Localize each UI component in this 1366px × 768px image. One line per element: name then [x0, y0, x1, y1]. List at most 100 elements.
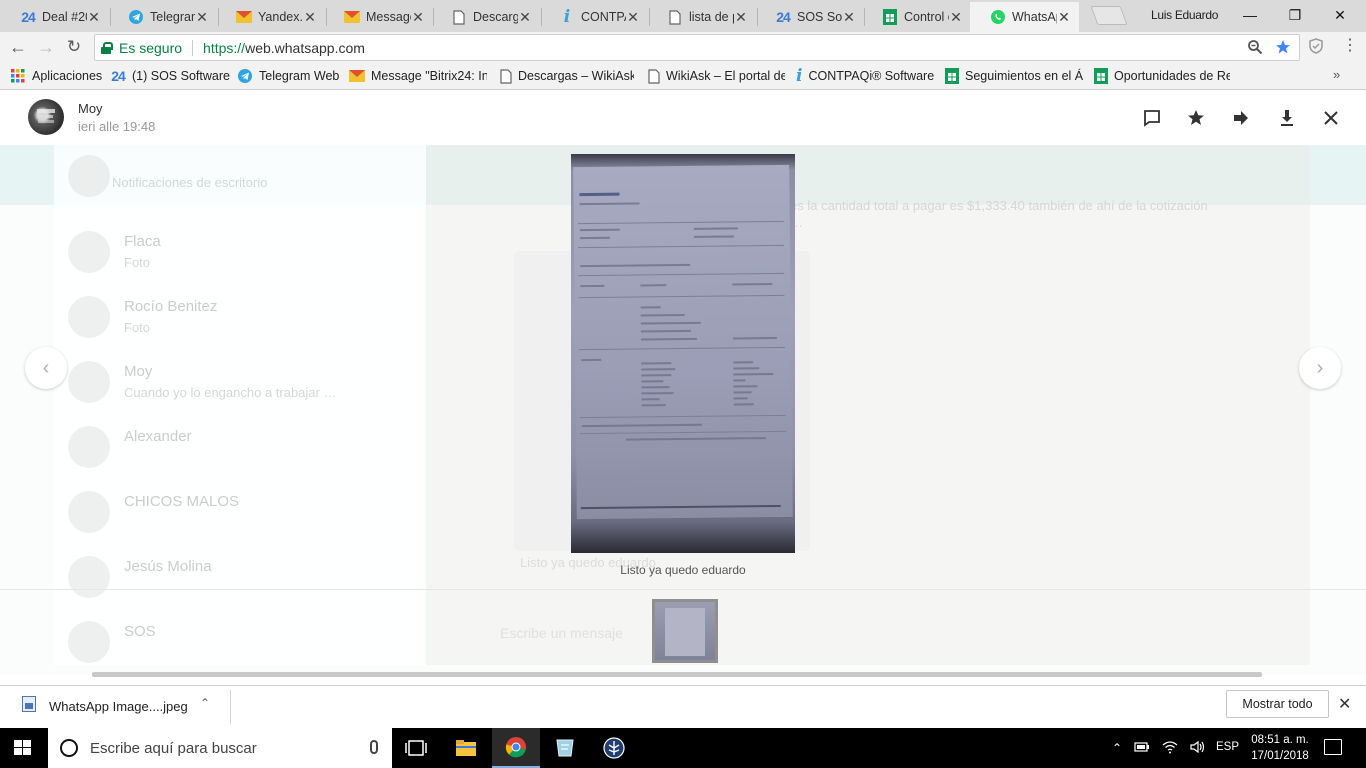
avatar[interactable]	[28, 99, 64, 135]
microphone-icon[interactable]	[370, 740, 378, 754]
star-icon[interactable]	[1185, 107, 1207, 129]
photo-document-page	[573, 164, 793, 520]
contact-name[interactable]: Moy	[78, 101, 103, 116]
media-image[interactable]	[571, 154, 795, 553]
tab-close-icon[interactable]: ✕	[518, 9, 532, 26]
file-explorer-icon[interactable]	[442, 728, 490, 768]
show-all-button[interactable]: Mostrar todo	[1226, 690, 1329, 718]
tab-3[interactable]: Message✕	[324, 2, 433, 32]
tab-4[interactable]: Descarga✕	[431, 2, 540, 32]
tab-title: Deal #20	[42, 10, 87, 24]
forward-icon[interactable]	[1230, 107, 1252, 129]
pinned-app-icon[interactable]	[590, 728, 638, 768]
taskbar-clock[interactable]: 08:51 a. m. 17/01/2018	[1250, 732, 1310, 764]
tab-title: Telegram	[150, 10, 195, 24]
address-bar[interactable]: Es seguro https://web.whatsapp.com	[94, 34, 1300, 61]
image-file-icon	[22, 696, 36, 712]
tab-close-icon[interactable]: ✕	[303, 9, 317, 26]
notes-app-icon[interactable]	[541, 728, 589, 768]
message-timestamp: ieri alle 19:48	[78, 119, 156, 134]
windows-start-icon[interactable]	[14, 740, 32, 756]
close-downloads-icon[interactable]: ✕	[1338, 694, 1351, 714]
chevron-up-icon[interactable]: ⌃	[200, 696, 210, 710]
tab-close-icon[interactable]: ✕	[842, 9, 856, 26]
tab-close-icon[interactable]: ✕	[195, 9, 209, 26]
chrome-icon[interactable]	[492, 728, 540, 768]
back-button[interactable]: ←	[6, 36, 30, 58]
bookmark-4[interactable]: Descargas – WikiAsk	[500, 67, 634, 85]
tab-9[interactable]: WhatsAp✕	[970, 2, 1079, 32]
battery-icon[interactable]	[1134, 741, 1150, 756]
clock-time: 08:51 a. m.	[1251, 734, 1309, 746]
tab-close-icon[interactable]: ✕	[411, 9, 425, 26]
tab-close-icon[interactable]: ✕	[87, 9, 101, 26]
apps-bookmark-icon	[10, 68, 26, 84]
bookmark-0[interactable]: Aplicaciones	[10, 67, 105, 85]
doc-favicon-icon	[451, 9, 467, 25]
bookmark-star-icon[interactable]	[1275, 39, 1291, 59]
background-chat-name: Rocío Benitez	[124, 298, 218, 315]
bookmark-5[interactable]: WikiAsk – El portal de	[648, 67, 785, 85]
tab-title: CONTPA	[581, 10, 626, 24]
zoom-icon[interactable]	[1247, 39, 1263, 59]
bookmark-2[interactable]: Telegram Web	[237, 67, 341, 85]
background-chat-preview: Foto	[124, 320, 151, 335]
tab-title: Descarga	[473, 10, 518, 24]
forward-button[interactable]: →	[34, 36, 58, 58]
reload-button[interactable]: ↻	[62, 36, 86, 58]
tab-close-icon[interactable]: ✕	[734, 9, 748, 26]
download-file-name[interactable]: WhatsApp Image....jpeg	[49, 699, 188, 714]
bookmark-label: (1) SOS Software	[132, 69, 230, 83]
restore-button[interactable]: ❐	[1273, 4, 1317, 26]
new-tab-button[interactable]	[1090, 6, 1128, 25]
shield-extension-icon[interactable]	[1308, 38, 1324, 54]
bookmark-3[interactable]: Message "Bitrix24: Inv	[349, 67, 487, 85]
background-chat-preview: Foto	[124, 255, 151, 270]
input-language[interactable]: ESP	[1216, 741, 1239, 753]
tab-8[interactable]: Control c✕	[862, 2, 971, 32]
tab-close-icon[interactable]: ✕	[1057, 9, 1071, 26]
tab-0[interactable]: 24 Deal #20✕	[0, 2, 109, 32]
volume-icon[interactable]	[1190, 740, 1206, 757]
tab-close-icon[interactable]: ✕	[626, 9, 640, 26]
tab-5[interactable]: i CONTPA✕	[539, 2, 648, 32]
windows-taskbar: Escribe aquí para buscar ⌃ ESP 08:51 a. …	[0, 728, 1366, 768]
background-chat-row: Flaca Foto	[64, 221, 424, 285]
tab-title: Message	[366, 10, 411, 24]
tab-strip: 24Deal #20✕Telegram✕Yandex.M✕Message✕Des…	[0, 0, 1366, 32]
taskbar-search-input[interactable]: Escribe aquí para buscar	[48, 728, 392, 768]
wifi-icon[interactable]	[1162, 740, 1178, 757]
profile-name[interactable]: Luis Eduardo	[1151, 8, 1218, 22]
tab-title: SOS Soft	[797, 10, 842, 24]
tab-7[interactable]: 24 SOS Soft✕	[755, 2, 864, 32]
mail-bookmark-icon	[349, 68, 365, 84]
background-chat-avatar	[68, 361, 110, 403]
horizontal-scrollbar[interactable]	[92, 672, 1262, 677]
24-favicon-icon: 24	[21, 9, 36, 25]
minimize-button[interactable]: —	[1228, 4, 1272, 26]
tab-2[interactable]: Yandex.M✕	[216, 2, 325, 32]
previous-media-button[interactable]: ‹	[25, 347, 67, 389]
bookmark-8[interactable]: Oportunidades de Re	[1094, 67, 1230, 85]
browser-menu-icon[interactable]: ⋮	[1342, 38, 1358, 56]
next-media-button[interactable]: ›	[1299, 347, 1341, 389]
bookmark-1[interactable]: 24 (1) SOS Software	[110, 67, 230, 85]
window-close-button[interactable]: ✕	[1318, 4, 1362, 26]
close-icon[interactable]	[1320, 107, 1342, 129]
bookmarks-overflow-icon[interactable]: »	[1333, 67, 1340, 82]
url-text[interactable]: https://web.whatsapp.com	[203, 40, 365, 56]
bookmark-6[interactable]: i CONTPAQi® Software	[796, 67, 934, 85]
task-view-icon[interactable]	[392, 728, 440, 768]
bookmark-label: Message "Bitrix24: Inv	[371, 69, 487, 83]
media-thumbnail[interactable]	[652, 599, 718, 663]
media-caption: Listo ya quedo eduardo	[620, 563, 746, 577]
action-center-icon[interactable]	[1324, 739, 1342, 755]
chevron-up-icon[interactable]: ⌃	[1112, 741, 1122, 755]
tab-6[interactable]: lista de p✕	[647, 2, 756, 32]
download-icon[interactable]	[1276, 107, 1298, 129]
tab-close-icon[interactable]: ✕	[949, 9, 963, 26]
bookmark-7[interactable]: Seguimientos en el Á	[945, 67, 1083, 85]
tab-title: Yandex.M	[258, 10, 303, 24]
tab-1[interactable]: Telegram✕	[108, 2, 217, 32]
go-to-message-icon[interactable]	[1141, 107, 1163, 129]
